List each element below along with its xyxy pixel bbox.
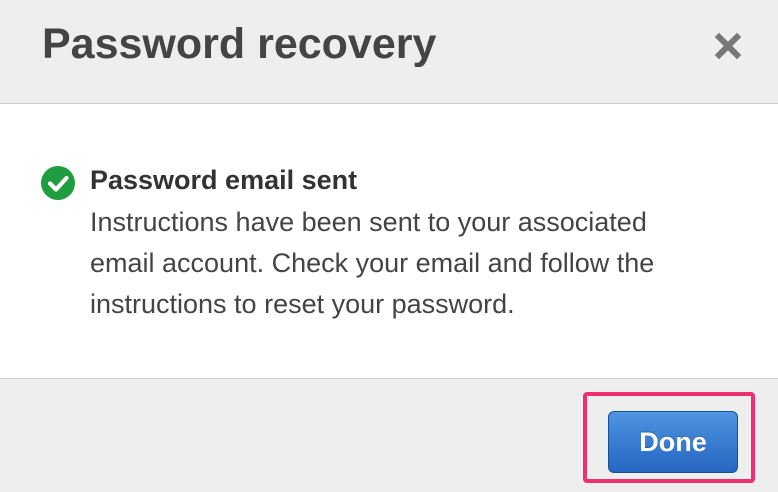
dialog-footer: Done (0, 378, 778, 492)
check-circle-icon (41, 166, 75, 200)
message-line: instructions to reset your password. (90, 289, 515, 319)
close-icon (714, 32, 742, 60)
password-recovery-dialog: Password recovery Password email sent In… (0, 0, 778, 492)
success-heading: Password email sent (90, 165, 358, 195)
dialog-title: Password recovery (42, 20, 437, 68)
message-line: email account. Check your email and foll… (90, 248, 655, 278)
dialog-body: Password email sent Instructions have be… (0, 104, 778, 378)
dialog-header: Password recovery (0, 0, 778, 104)
message-line: Instructions have been sent to your asso… (90, 207, 647, 237)
success-message: Instructions have been sent to your asso… (90, 202, 730, 325)
done-button[interactable]: Done (608, 411, 738, 473)
close-button[interactable] (712, 30, 744, 62)
